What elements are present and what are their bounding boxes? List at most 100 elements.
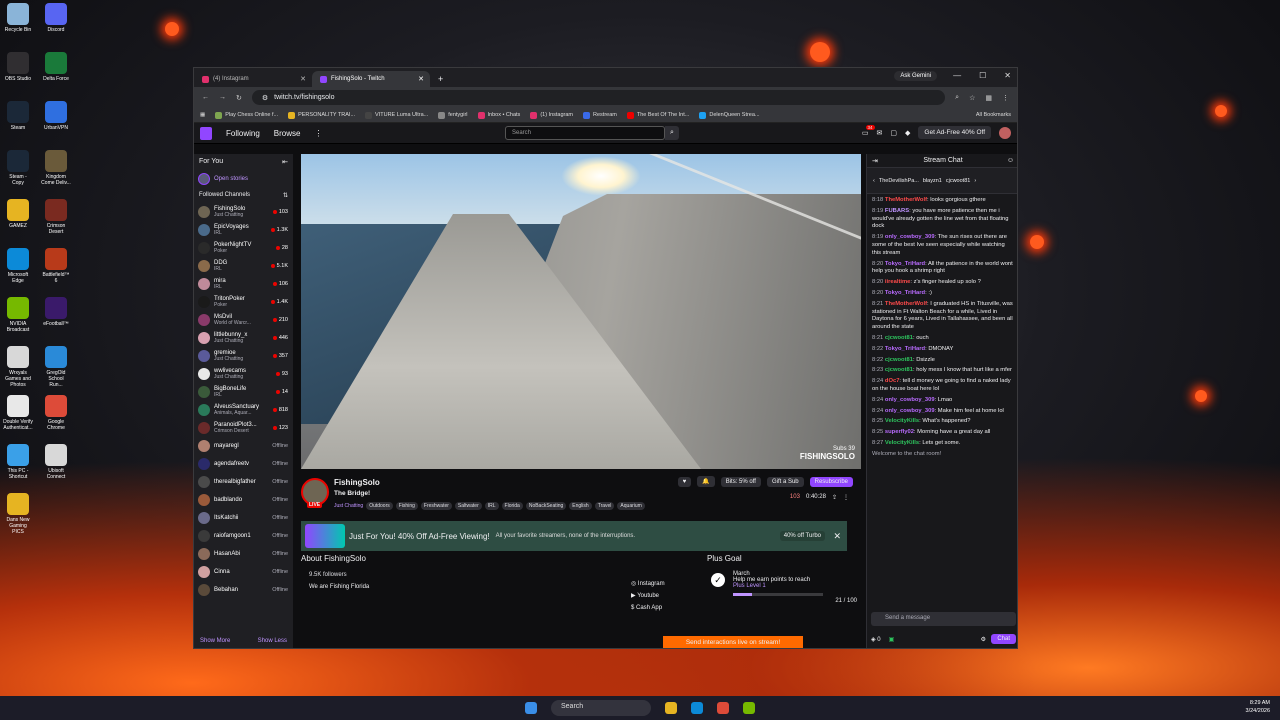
close-tab-icon[interactable]: ✕ xyxy=(300,75,306,83)
desktop-icon[interactable]: Kingdom Come Deliv... xyxy=(41,150,71,186)
sidebar-channel[interactable]: badblando Offline xyxy=(194,491,293,509)
bookmark-item[interactable]: (1) Instagram xyxy=(530,111,573,119)
desktop-icon[interactable]: Delta Force xyxy=(41,52,71,82)
chat-username[interactable]: VelocityKills xyxy=(885,440,919,446)
inbox-icon[interactable]: ✉ xyxy=(877,129,883,137)
sidebar-channel[interactable]: EpicVoyages IRL 1.3K xyxy=(194,221,293,239)
bookmark-item[interactable]: Restream xyxy=(583,111,617,119)
gift-sub-button[interactable]: Gift a Sub xyxy=(766,476,804,487)
sidebar-channel[interactable]: PokerNightTV Poker 28 xyxy=(194,239,293,257)
forward-icon[interactable]: → xyxy=(219,94,226,101)
desktop-icon[interactable]: Ubisoft Connect xyxy=(41,444,71,480)
chat-username[interactable]: FUBARS xyxy=(885,208,909,214)
bookmark-item[interactable]: Inbox • Chats xyxy=(477,111,520,119)
follow-heart-icon[interactable]: ♥ xyxy=(677,476,692,487)
sidebar-channel[interactable]: ParanoidPlot3... Crimson Desert 123 xyxy=(194,419,293,437)
stream-tag[interactable]: Saltwater xyxy=(454,502,482,510)
close-promo-icon[interactable]: ✕ xyxy=(833,531,841,542)
bookmark-item[interactable]: DelenQueen Strea... xyxy=(699,111,760,119)
chat-username[interactable]: cjcwoot81 xyxy=(885,367,913,373)
share-icon[interactable]: ⇪ xyxy=(832,494,837,501)
stream-tag[interactable]: IRL xyxy=(484,502,499,510)
desktop-icon[interactable]: NVIDIA Broadcast xyxy=(3,297,33,333)
bookmark-item[interactable]: The Best Of The Int... xyxy=(626,111,689,119)
nav-following[interactable]: Following xyxy=(226,129,260,138)
back-icon[interactable]: ← xyxy=(202,94,209,101)
cashapp-link[interactable]: $ Cash App xyxy=(631,602,665,614)
show-less-link[interactable]: Show Less xyxy=(258,638,287,644)
bookmark-item[interactable]: fentygirl xyxy=(438,111,468,119)
chat-username[interactable]: superfly02 xyxy=(885,429,914,435)
send-interactions-button[interactable]: Send interactions live on stream! xyxy=(663,636,803,648)
collapse-chat-icon[interactable]: ⇥ xyxy=(872,157,878,165)
tab-instagram[interactable]: (4) Instagram ✕ xyxy=(194,71,312,87)
desktop-icon[interactable]: eFootball™ xyxy=(41,297,71,327)
file-explorer-icon[interactable] xyxy=(665,702,677,714)
notification-bell-icon[interactable]: 🔔 xyxy=(697,476,715,487)
sidebar-channel[interactable]: BigBoneLife IRL 14 xyxy=(194,383,293,401)
start-icon[interactable] xyxy=(525,702,537,714)
address-bar[interactable]: ⚙ twitch.tv/fishingsolo xyxy=(251,90,946,105)
sidebar-channel[interactable]: MsDvil World of Warcr... 210 xyxy=(194,311,293,329)
chat-username[interactable]: dOc7 xyxy=(885,378,900,384)
stream-tag[interactable]: Florida xyxy=(501,502,523,510)
all-bookmarks[interactable]: All Bookmarks xyxy=(976,112,1011,118)
gift-icon[interactable]: ▣ xyxy=(889,636,895,643)
reload-icon[interactable]: ↻ xyxy=(236,94,242,102)
bookmark-item[interactable]: VITURE Luma Ultra... xyxy=(365,111,428,119)
desktop-icon[interactable]: GregOld School Run... xyxy=(41,346,71,388)
close-tab-icon[interactable]: ✕ xyxy=(418,75,424,83)
collapse-icon[interactable]: ⇤ xyxy=(282,158,288,166)
chat-username[interactable]: Tokyo_TriHard xyxy=(885,261,925,267)
desktop-icon[interactable]: Microsoft Edge xyxy=(3,248,33,284)
desktop-icon[interactable]: GAMEZ xyxy=(3,199,33,229)
more-icon[interactable]: ⋮ xyxy=(314,129,322,138)
chat-username[interactable]: Tokyo_TriHard xyxy=(885,290,925,296)
bookmark-star-icon[interactable]: ☆ xyxy=(969,94,975,102)
site-info-icon[interactable]: ⚙ xyxy=(262,94,268,102)
taskbar-search[interactable]: Search xyxy=(551,700,651,716)
sidebar-channel[interactable]: TritonPoker Poker 1.4K xyxy=(194,293,293,311)
chat-username[interactable]: TheMotherWolf xyxy=(885,301,927,307)
system-clock[interactable]: 8:29 AM 3/24/2026 xyxy=(1246,699,1270,715)
stream-category[interactable]: Just Chatting xyxy=(334,502,363,510)
ad-free-button[interactable]: Get Ad-Free 40% Off xyxy=(918,126,991,139)
sidebar-channel[interactable]: FishingSolo Just Chatting 103 xyxy=(194,203,293,221)
bookmark-item[interactable]: Play Chess Online f... xyxy=(215,111,278,119)
new-tab-button[interactable]: + xyxy=(430,74,451,87)
twitch-logo-icon[interactable] xyxy=(200,126,212,140)
notifications-icon[interactable]: ▭ 34 xyxy=(862,124,875,137)
sidebar-channel[interactable]: agendafreetv Offline xyxy=(194,455,293,473)
maximize-button[interactable]: ☐ xyxy=(979,71,986,80)
chat-username[interactable]: iirealtime xyxy=(885,279,910,285)
ask-gemini-button[interactable]: Ask Gemini xyxy=(894,71,937,81)
stream-tag[interactable]: Outdoors xyxy=(366,502,393,510)
sidebar-channel[interactable]: mayaregl Offline xyxy=(194,437,293,455)
bits-button[interactable]: Bits: 5% off xyxy=(720,476,761,487)
chat-username[interactable]: Tokyo_TriHard xyxy=(885,346,925,352)
sidebar-channel[interactable]: Bebahan Offline xyxy=(194,581,293,599)
whispers-icon[interactable]: ▢ xyxy=(890,129,897,137)
desktop-icon[interactable]: Discord xyxy=(41,3,71,33)
nvidia-icon[interactable] xyxy=(743,702,755,714)
desktop-icon[interactable]: Dans New Gaming PICS xyxy=(3,493,33,535)
resubscribe-button[interactable]: Resubscribe xyxy=(809,476,853,487)
extensions-icon[interactable]: ▦ xyxy=(985,94,992,102)
sidebar-channel[interactable]: Cinna Offline xyxy=(194,563,293,581)
zoom-icon[interactable]: ⌕ xyxy=(955,94,959,102)
bits-icon[interactable]: ◆ xyxy=(905,129,910,137)
tab-twitch[interactable]: FishingSolo - Twitch ✕ xyxy=(312,71,430,87)
avatar[interactable] xyxy=(999,126,1011,139)
chat-username[interactable]: cjcwoot81 xyxy=(885,335,913,341)
chrome-icon[interactable] xyxy=(717,702,729,714)
search-icon[interactable]: ⌕ xyxy=(665,126,679,140)
more-options-icon[interactable]: ⋮ xyxy=(843,494,849,501)
chat-username[interactable]: cjcwoot81 xyxy=(885,357,913,363)
sidebar-channel[interactable]: littlebunny_x Just Chatting 446 xyxy=(194,329,293,347)
chat-username[interactable]: VelocityKills xyxy=(885,418,919,424)
streamer-name[interactable]: FishingSolo xyxy=(334,478,380,487)
settings-icon[interactable]: ⚙ xyxy=(981,636,986,643)
desktop-icon[interactable]: Steam - Copy xyxy=(3,150,33,186)
sidebar-channel[interactable]: AlveusSanctuary Animals, Aquar... 818 xyxy=(194,401,293,419)
sort-icon[interactable]: ⇅ xyxy=(283,192,288,199)
